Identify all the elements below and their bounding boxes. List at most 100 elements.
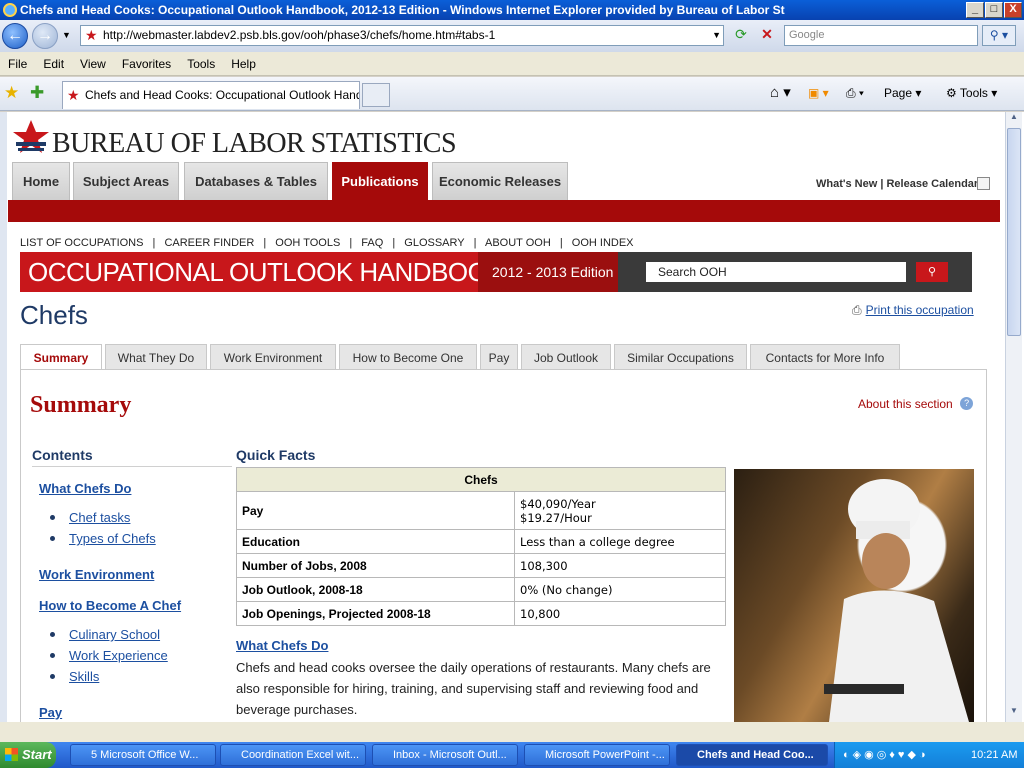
toc-work-experience[interactable]: Work Experience — [69, 648, 168, 663]
print-icon[interactable]: ⎙ ▾ — [846, 83, 864, 103]
table-row: Job Openings, Projected 2008-18 10,800 — [236, 601, 726, 626]
link-glossary[interactable]: GLOSSARY — [404, 237, 464, 249]
windows-logo-icon — [5, 748, 18, 761]
toc-pay[interactable]: Pay — [39, 705, 62, 720]
row-label: Job Outlook, 2008-18 — [236, 577, 515, 602]
tab-work-environment[interactable]: Work Environment — [210, 344, 336, 370]
search-icon[interactable]: ⚲ — [916, 262, 948, 282]
favorites-star-icon[interactable]: ★ — [4, 83, 19, 103]
nav-publications[interactable]: Publications — [332, 162, 428, 200]
clock[interactable]: 10:21 AM — [971, 742, 1017, 768]
address-text: http://webmaster.labdev2.psb.bls.gov/ooh… — [103, 28, 496, 42]
refresh-icon[interactable]: ⟳ — [731, 26, 751, 46]
toc-what-chefs-do[interactable]: What Chefs Do — [39, 481, 131, 496]
toc-types-of-chefs[interactable]: Types of Chefs — [69, 531, 156, 546]
quick-facts-table: Chefs Pay $40,090/Year $19.27/Hour Educat… — [236, 467, 726, 626]
scroll-up-icon[interactable]: ▲ — [1007, 112, 1021, 126]
tab-job-outlook[interactable]: Job Outlook — [521, 344, 611, 370]
task-excel[interactable]: Coordination Excel wit... — [220, 744, 366, 766]
task-outlook[interactable]: Inbox - Microsoft Outl... — [372, 744, 518, 766]
nav-databases-tables[interactable]: Databases & Tables — [184, 162, 328, 200]
link-ooh-tools[interactable]: OOH TOOLS — [275, 237, 340, 249]
add-favorites-icon[interactable]: ✚ — [30, 83, 44, 103]
toc-work-environment[interactable]: Work Environment — [39, 567, 154, 582]
about-section-link[interactable]: About this section ? — [858, 397, 974, 411]
page-title: Chefs — [20, 300, 88, 330]
ooh-banner: OCCUPATIONAL OUTLOOK HANDBOOK 2012 - 201… — [20, 252, 972, 292]
menu-view[interactable]: View — [72, 52, 114, 76]
ooh-edition: 2012 - 2013 Edition — [478, 252, 618, 292]
window-title: Chefs and Head Cooks: Occupational Outlo… — [20, 3, 785, 17]
toc-chef-tasks[interactable]: Chef tasks — [69, 510, 130, 525]
toc-how-to-become[interactable]: How to Become A Chef — [39, 598, 181, 613]
toc-skills[interactable]: Skills — [69, 669, 99, 684]
menu-favorites[interactable]: Favorites — [114, 52, 179, 76]
tab-how-to-become-one[interactable]: How to Become One — [339, 344, 477, 370]
search-input[interactable]: Google — [784, 25, 978, 46]
address-dropdown-icon[interactable]: ▼ — [712, 26, 721, 45]
feeds-icon[interactable]: ▣ ▾ — [808, 83, 829, 103]
tab-favicon-icon: ★ — [67, 87, 80, 103]
browser-tab-active[interactable]: ★ Chefs and Head Cooks: Occupational Out… — [62, 81, 360, 109]
page-menu[interactable]: Page ▾ — [884, 83, 921, 103]
top-links[interactable]: What's New | Release Calendar — [816, 178, 978, 190]
tab-pay[interactable]: Pay — [480, 344, 518, 370]
tools-menu[interactable]: ⚙ Tools ▾ — [946, 83, 997, 103]
tab-summary[interactable]: Summary — [20, 344, 102, 370]
address-field[interactable]: ★ http://webmaster.labdev2.psb.bls.gov/o… — [80, 25, 724, 46]
menu-tools[interactable]: Tools — [179, 52, 223, 76]
search-go-icon[interactable]: ⚲ ▾ — [982, 25, 1016, 46]
tray-icons[interactable]: ◐◈◉◎♦♥◆◑ — [843, 742, 929, 768]
scroll-thumb[interactable] — [1007, 128, 1021, 336]
print-occupation-link[interactable]: ⎙ Print this occupation — [852, 303, 974, 318]
tab-contacts[interactable]: Contacts for More Info — [750, 344, 900, 370]
task-powerpoint[interactable]: Microsoft PowerPoint -... — [524, 744, 670, 766]
link-list-of-occupations[interactable]: LIST OF OCCUPATIONS — [20, 237, 143, 249]
scroll-down-icon[interactable]: ▼ — [1007, 706, 1021, 720]
task-ie-chefs[interactable]: Chefs and Head Coo... — [676, 744, 828, 766]
back-button[interactable]: ← — [2, 23, 28, 49]
separator: | — [392, 237, 396, 249]
start-button[interactable]: Start — [0, 742, 56, 768]
link-faq[interactable]: FAQ — [361, 237, 383, 249]
row-label: Job Openings, Projected 2008-18 — [236, 601, 515, 626]
separator: | — [263, 237, 267, 249]
menu-bar: File Edit View Favorites Tools Help — [0, 52, 1024, 76]
minimize-button[interactable]: _ — [966, 2, 984, 18]
nav-subject-areas[interactable]: Subject Areas — [73, 162, 179, 200]
what-chefs-do-link[interactable]: What Chefs Do — [236, 638, 328, 653]
chef-illustration — [824, 479, 969, 722]
print-link-text: Print this occupation — [865, 303, 974, 317]
close-button[interactable]: X — [1004, 2, 1022, 18]
ooh-title[interactable]: OCCUPATIONAL OUTLOOK HANDBOOK — [20, 252, 505, 292]
separator: | — [152, 237, 156, 249]
row-value: 0% (No change) — [514, 577, 726, 602]
tab-what-they-do[interactable]: What They Do — [105, 344, 207, 370]
link-about-ooh[interactable]: ABOUT OOH — [485, 237, 551, 249]
about-section-text: About this section — [858, 397, 953, 411]
bullet-icon — [50, 653, 55, 658]
contents-heading: Contents — [32, 447, 93, 463]
home-icon[interactable]: ⌂ ▾ — [770, 83, 791, 103]
maximize-button[interactable]: □ — [985, 2, 1003, 18]
menu-edit[interactable]: Edit — [35, 52, 72, 76]
bullet-icon — [50, 674, 55, 679]
start-label: Start — [22, 747, 52, 762]
forward-button[interactable]: → — [32, 23, 58, 49]
menu-file[interactable]: File — [0, 52, 35, 76]
nav-economic-releases[interactable]: Economic Releases — [432, 162, 568, 200]
taskbar: Start 5 Microsoft Office W... Coordinati… — [0, 742, 1024, 768]
tab-similar-occupations[interactable]: Similar Occupations — [614, 344, 747, 370]
link-career-finder[interactable]: CAREER FINDER — [164, 237, 254, 249]
link-ooh-index[interactable]: OOH INDEX — [572, 237, 634, 249]
stop-icon[interactable]: ✕ — [757, 26, 777, 46]
menu-help[interactable]: Help — [223, 52, 264, 76]
history-dropdown-icon[interactable]: ▼ — [62, 30, 71, 40]
new-tab-button[interactable] — [362, 83, 390, 107]
nav-home[interactable]: Home — [12, 162, 70, 200]
vertical-scrollbar[interactable]: ▲ ▼ — [1005, 112, 1022, 722]
task-word[interactable]: 5 Microsoft Office W... — [70, 744, 216, 766]
calendar-icon[interactable] — [977, 177, 990, 190]
ooh-search-input[interactable]: Search OOH — [646, 262, 906, 282]
toc-culinary-school[interactable]: Culinary School — [69, 627, 160, 642]
